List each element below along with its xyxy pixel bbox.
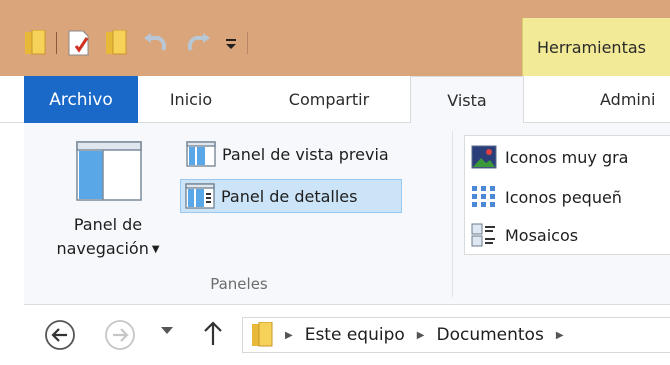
back-arrow-icon[interactable] bbox=[44, 319, 76, 351]
details-pane-icon bbox=[185, 183, 215, 209]
layout-gallery: Iconos muy gra Iconos pequeñ Mosaicos bbox=[464, 135, 670, 255]
title-bar: Herramientas bbox=[0, 0, 670, 76]
address-bar[interactable]: ▶ Este equipo ▶ Documentos ▶ bbox=[242, 317, 670, 353]
dropdown-arrow-icon: ▼ bbox=[151, 244, 160, 255]
toolbar-separator bbox=[56, 32, 57, 54]
navigation-bar: ▶ Este equipo ▶ Documentos ▶ bbox=[24, 305, 670, 365]
preview-pane-button[interactable]: Panel de vista previa bbox=[182, 137, 440, 171]
small-icons-label: Iconos pequeñ bbox=[505, 187, 622, 207]
breadcrumb-arrow-icon[interactable]: ▶ bbox=[556, 330, 564, 341]
small-icons-icon bbox=[471, 185, 497, 209]
details-pane-button[interactable]: Panel de detalles bbox=[180, 179, 402, 213]
up-arrow-icon[interactable] bbox=[202, 319, 224, 347]
tab-archivo[interactable]: Archivo bbox=[24, 76, 138, 123]
customize-toolbar-icon[interactable] bbox=[225, 36, 237, 50]
navigation-pane-label-2: navegación ▼ bbox=[56, 239, 160, 258]
tab-compartir[interactable]: Compartir bbox=[254, 76, 404, 123]
breadcrumb-arrow-icon[interactable]: ▶ bbox=[417, 330, 425, 341]
new-folder-icon[interactable] bbox=[105, 30, 127, 56]
layout-small-icons[interactable]: Iconos pequeñ bbox=[471, 182, 622, 212]
navigation-pane-icon bbox=[76, 141, 142, 205]
folder-icon bbox=[251, 322, 273, 348]
preview-pane-label: Panel de vista previa bbox=[222, 144, 389, 164]
breadcrumb-arrow-icon[interactable]: ▶ bbox=[285, 330, 293, 341]
tiles-label: Mosaicos bbox=[505, 225, 579, 245]
contextual-tab-herramientas[interactable]: Herramientas bbox=[522, 18, 670, 76]
redo-icon[interactable] bbox=[185, 32, 211, 54]
group-divider bbox=[452, 131, 453, 297]
layout-extra-large-icons[interactable]: Iconos muy gra bbox=[471, 142, 628, 172]
extra-large-icons-icon bbox=[471, 145, 497, 169]
recent-locations-icon[interactable] bbox=[160, 325, 174, 335]
breadcrumb-este-equipo[interactable]: Este equipo bbox=[305, 325, 405, 345]
navigation-pane-button[interactable]: Panel de navegación ▼ bbox=[38, 137, 178, 267]
quick-access-toolbar bbox=[24, 26, 258, 60]
undo-icon[interactable] bbox=[143, 32, 169, 54]
forward-arrow-icon[interactable] bbox=[104, 319, 136, 351]
contextual-tab-label: Herramientas bbox=[537, 38, 646, 57]
tab-administrar[interactable]: Admini bbox=[530, 76, 670, 123]
tab-vista[interactable]: Vista bbox=[410, 76, 524, 124]
ribbon-view-panel: Panel de navegación ▼ Panel de vista prev… bbox=[24, 123, 670, 305]
preview-pane-icon bbox=[186, 141, 216, 167]
properties-icon[interactable] bbox=[67, 30, 91, 56]
ribbon-tabs: Archivo Inicio Compartir Vista Admini bbox=[0, 76, 670, 124]
breadcrumb-documentos[interactable]: Documentos bbox=[436, 325, 543, 345]
folder-icon[interactable] bbox=[24, 30, 46, 56]
extra-large-icons-label: Iconos muy gra bbox=[505, 147, 629, 167]
layout-tiles[interactable]: Mosaicos bbox=[471, 220, 578, 250]
tab-inicio[interactable]: Inicio bbox=[140, 76, 242, 123]
group-label-paneles: Paneles bbox=[210, 275, 268, 293]
navigation-pane-label: Panel de bbox=[73, 215, 143, 234]
toolbar-separator bbox=[247, 32, 248, 54]
details-pane-label: Panel de detalles bbox=[221, 186, 358, 206]
tiles-icon bbox=[471, 223, 497, 247]
